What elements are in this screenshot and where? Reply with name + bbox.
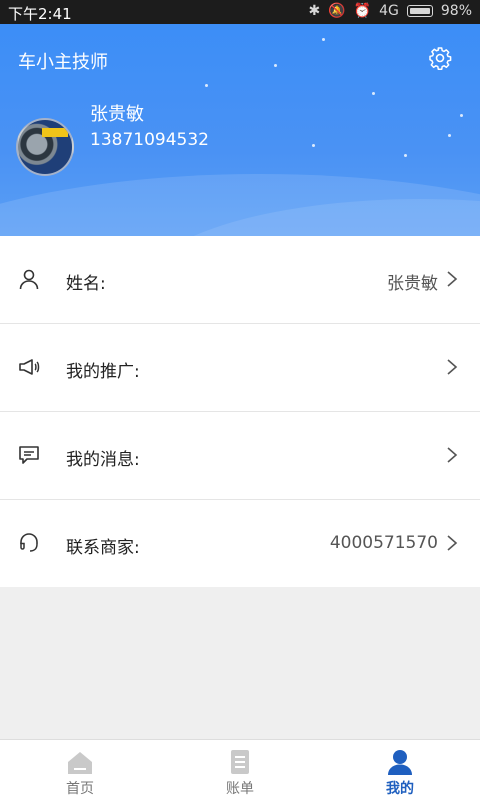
status-icons: ✱ 🔕 ⏰ 4G 98%	[309, 3, 473, 19]
megaphone-icon	[19, 359, 40, 375]
star-dot	[322, 38, 325, 41]
gear-icon[interactable]	[428, 46, 452, 70]
user-phone: 13871094532	[90, 130, 209, 150]
chevron-right-icon	[447, 359, 458, 375]
person-icon	[19, 269, 39, 290]
menu-label: 联系商家:	[66, 538, 140, 558]
battery-percent: 98%	[440, 3, 472, 19]
status-bar: 下午2:41 ✱ 🔕 ⏰ 4G 98%	[0, 0, 480, 24]
mute-icon: 🔕	[328, 3, 346, 19]
star-dot	[404, 154, 407, 157]
star-dot	[372, 92, 375, 95]
chevron-right-icon	[447, 447, 458, 463]
status-time: 下午2:41	[8, 5, 72, 23]
home-icon	[68, 752, 92, 774]
profile-icon	[388, 750, 412, 775]
tab-mine[interactable]: 我的	[320, 740, 480, 800]
app-title: 车小主技师	[18, 52, 108, 73]
chevron-right-icon	[447, 271, 458, 287]
bluetooth-icon: ✱	[308, 3, 321, 19]
battery-icon	[406, 5, 433, 17]
menu-label: 姓名:	[66, 274, 106, 294]
menu-item-contact-merchant[interactable]: 联系商家: 4000571570	[0, 500, 480, 587]
tab-label: 我的	[386, 781, 414, 797]
star-dot	[312, 144, 315, 147]
menu-label: 我的消息:	[66, 450, 140, 470]
menu-item-name[interactable]: 姓名: 张贵敏	[0, 236, 480, 324]
chevron-right-icon	[447, 535, 458, 551]
alarm-icon: ⏰	[353, 3, 372, 19]
star-dot	[274, 64, 277, 67]
bottom-tab-bar: 首页 账单 我的	[0, 739, 480, 800]
bill-icon	[231, 750, 249, 774]
star-dot	[460, 114, 463, 117]
avatar-tag	[42, 128, 68, 137]
menu-label: 我的推广:	[66, 362, 140, 382]
tab-label: 首页	[66, 781, 94, 797]
tab-label: 账单	[226, 781, 254, 797]
avatar[interactable]	[16, 118, 74, 176]
menu-value: 张贵敏	[387, 274, 438, 294]
profile-header: 车小主技师 张贵敏 13871094532	[0, 24, 480, 236]
profile-menu: 姓名: 张贵敏 我的推广: 我的消息: 联系商家: 4000571570	[0, 236, 480, 587]
tab-home[interactable]: 首页	[0, 740, 160, 800]
headset-icon	[20, 533, 38, 552]
star-dot	[205, 84, 208, 87]
tab-bill[interactable]: 账单	[160, 740, 320, 800]
user-name: 张贵敏	[90, 104, 144, 125]
menu-item-messages[interactable]: 我的消息:	[0, 412, 480, 500]
network-type: 4G	[379, 3, 399, 19]
message-icon	[19, 446, 39, 464]
menu-item-promotion[interactable]: 我的推广:	[0, 324, 480, 412]
star-dot	[448, 134, 451, 137]
menu-value: 4000571570	[329, 533, 438, 553]
